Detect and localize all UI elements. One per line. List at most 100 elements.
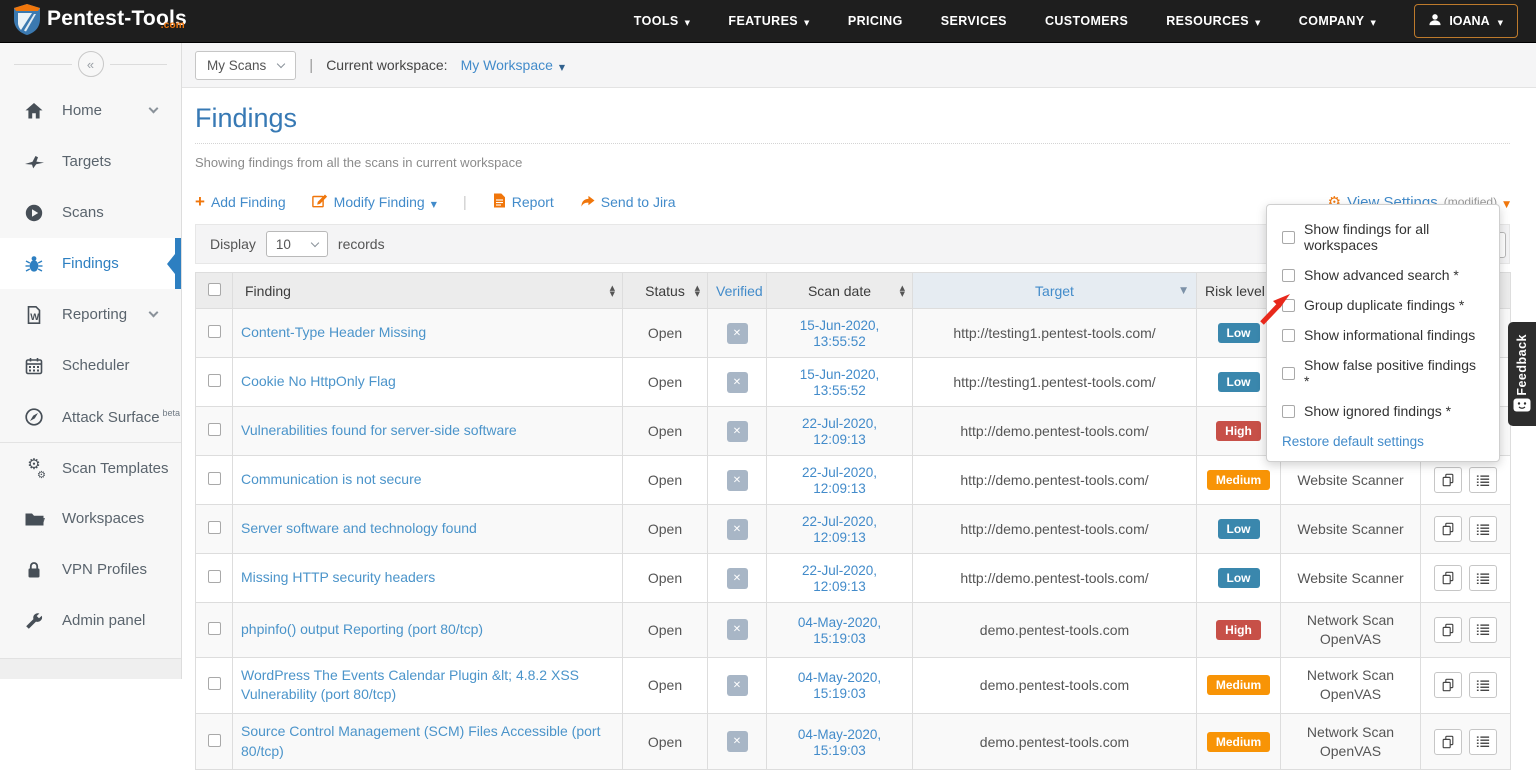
finding-column-header[interactable]: Finding <box>233 273 623 309</box>
finding-details-button[interactable] <box>1469 516 1497 542</box>
row-checkbox[interactable] <box>208 325 221 338</box>
row-checkbox[interactable] <box>208 734 221 747</box>
option-show-informational-findings[interactable]: Show informational findings <box>1267 320 1499 350</box>
sidebar-item-home[interactable]: Home <box>0 85 181 136</box>
verified-x-badge[interactable]: ✕ <box>727 519 748 540</box>
finding-link[interactable]: Cookie No HttpOnly Flag <box>241 373 396 389</box>
row-checkbox[interactable] <box>208 677 221 690</box>
option-group-duplicate-findings[interactable]: Group duplicate findings * <box>1267 290 1499 320</box>
sort-icon[interactable] <box>695 285 700 297</box>
feedback-tab[interactable]: Feedback <box>1508 322 1536 426</box>
finding-link[interactable]: WordPress The Events Calendar Plugin &lt… <box>241 667 579 703</box>
option-show-all-workspaces[interactable]: Show findings for all workspaces <box>1267 214 1499 260</box>
option-show-false-positive-findings[interactable]: Show false positive findings * <box>1267 350 1499 396</box>
target-value: http://demo.pentest-tools.com/ <box>913 407 1197 456</box>
checkbox[interactable] <box>1282 367 1295 380</box>
finding-link[interactable]: Vulnerabilities found for server-side so… <box>241 422 517 438</box>
row-checkbox[interactable] <box>208 472 221 485</box>
option-show-ignored-findings[interactable]: Show ignored findings * <box>1267 396 1499 426</box>
report-button[interactable]: Report <box>493 193 554 211</box>
verified-x-badge[interactable]: ✕ <box>727 421 748 442</box>
finding-link[interactable]: Missing HTTP security headers <box>241 569 435 585</box>
finding-details-button[interactable] <box>1469 672 1497 698</box>
row-checkbox[interactable] <box>208 570 221 583</box>
verified-x-badge[interactable]: ✕ <box>727 372 748 393</box>
sidebar-item-scans[interactable]: Scans <box>0 187 181 238</box>
row-checkbox[interactable] <box>208 423 221 436</box>
nav-company[interactable]: COMPANY <box>1299 14 1377 28</box>
sidebar-item-targets[interactable]: Targets <box>0 136 181 187</box>
nav-pricing[interactable]: PRICING <box>848 14 903 28</box>
scan-date-link[interactable]: 22-Jul-2020, 12:09:13 <box>802 514 877 545</box>
checkbox[interactable] <box>1282 231 1295 244</box>
verified-x-badge[interactable]: ✕ <box>727 731 748 752</box>
nav-services[interactable]: SERVICES <box>941 14 1007 28</box>
restore-default-settings-link[interactable]: Restore default settings <box>1267 426 1499 455</box>
page-size-select[interactable]: 10 <box>266 231 328 257</box>
finding-link[interactable]: Server software and technology found <box>241 520 477 536</box>
status-column-header[interactable]: Status <box>623 273 708 309</box>
copy-finding-button[interactable] <box>1434 467 1462 493</box>
scan-date-link[interactable]: 15-Jun-2020, 13:55:52 <box>800 318 880 349</box>
scan-date-column-header[interactable]: Scan date <box>767 273 913 309</box>
sidebar-item-findings[interactable]: Findings <box>0 238 181 289</box>
scan-date-link[interactable]: 22-Jul-2020, 12:09:13 <box>802 465 877 496</box>
user-menu-button[interactable]: IOANA <box>1414 4 1518 38</box>
pentest-tools-logo[interactable]: Pentest-Tools .com <box>14 4 187 38</box>
finding-details-button[interactable] <box>1469 565 1497 591</box>
workspace-selector[interactable]: My Workspace <box>461 57 565 73</box>
collapse-sidebar-button[interactable]: « <box>78 51 104 77</box>
sidebar-item-scan-templates[interactable]: ⚙⚙ Scan Templates <box>0 442 181 493</box>
copy-finding-button[interactable] <box>1434 617 1462 643</box>
modify-finding-button[interactable]: Modify Finding <box>312 193 437 211</box>
row-checkbox[interactable] <box>208 622 221 635</box>
checkbox[interactable] <box>1282 269 1295 282</box>
finding-link[interactable]: Content-Type Header Missing <box>241 324 426 340</box>
verified-x-badge[interactable]: ✕ <box>727 323 748 344</box>
add-finding-button[interactable]: + Add Finding <box>195 194 286 210</box>
select-all-checkbox[interactable] <box>208 283 221 296</box>
my-scans-select[interactable]: My Scans <box>195 51 296 80</box>
sort-icon[interactable] <box>610 285 615 297</box>
copy-finding-button[interactable] <box>1434 516 1462 542</box>
copy-finding-button[interactable] <box>1434 729 1462 755</box>
copy-finding-button[interactable] <box>1434 672 1462 698</box>
verified-x-badge[interactable]: ✕ <box>727 619 748 640</box>
finding-link[interactable]: Communication is not secure <box>241 471 422 487</box>
scan-date-link[interactable]: 22-Jul-2020, 12:09:13 <box>802 563 877 594</box>
option-show-advanced-search[interactable]: Show advanced search * <box>1267 260 1499 290</box>
sidebar-item-scheduler[interactable]: Scheduler <box>0 340 181 391</box>
sort-icon[interactable] <box>900 285 905 297</box>
nav-resources[interactable]: RESOURCES <box>1166 14 1261 28</box>
nav-tools[interactable]: TOOLS <box>634 14 691 28</box>
sidebar-item-workspaces[interactable]: Workspaces <box>0 493 181 544</box>
target-column-header[interactable]: Target <box>913 273 1197 309</box>
scan-date-link[interactable]: 04-May-2020, 15:19:03 <box>798 727 881 758</box>
row-checkbox[interactable] <box>208 374 221 387</box>
nav-customers[interactable]: CUSTOMERS <box>1045 14 1128 28</box>
row-checkbox[interactable] <box>208 521 221 534</box>
home-icon <box>23 101 45 121</box>
scan-date-link[interactable]: 04-May-2020, 15:19:03 <box>798 670 881 701</box>
verified-column-header[interactable]: Verified <box>708 273 767 309</box>
finding-link[interactable]: Source Control Management (SCM) Files Ac… <box>241 723 600 759</box>
verified-x-badge[interactable]: ✕ <box>727 568 748 589</box>
sidebar-item-attack-surface[interactable]: Attack Surfacebeta <box>0 391 181 442</box>
scan-date-link[interactable]: 22-Jul-2020, 12:09:13 <box>802 416 877 447</box>
checkbox[interactable] <box>1282 405 1295 418</box>
nav-features[interactable]: FEATURES <box>728 14 809 28</box>
verified-x-badge[interactable]: ✕ <box>727 675 748 696</box>
sidebar-item-vpn-profiles[interactable]: VPN Profiles <box>0 544 181 595</box>
scan-date-link[interactable]: 15-Jun-2020, 13:55:52 <box>800 367 880 398</box>
sort-descending-icon[interactable] <box>1180 286 1187 296</box>
copy-finding-button[interactable] <box>1434 565 1462 591</box>
scan-date-link[interactable]: 04-May-2020, 15:19:03 <box>798 615 881 646</box>
finding-details-button[interactable] <box>1469 729 1497 755</box>
finding-details-button[interactable] <box>1469 467 1497 493</box>
send-to-jira-button[interactable]: Send to Jira <box>580 194 676 211</box>
verified-x-badge[interactable]: ✕ <box>727 470 748 491</box>
sidebar-item-reporting[interactable]: W Reporting <box>0 289 181 340</box>
sidebar-item-admin-panel[interactable]: Admin panel <box>0 595 181 646</box>
finding-details-button[interactable] <box>1469 617 1497 643</box>
finding-link[interactable]: phpinfo() output Reporting (port 80/tcp) <box>241 621 483 637</box>
